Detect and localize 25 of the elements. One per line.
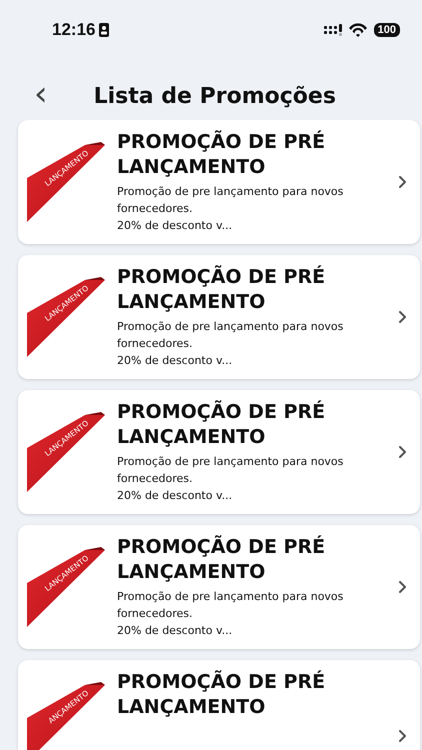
wifi-icon <box>348 23 368 37</box>
promotion-description: Promoção de pre lançamento para novos fornecedores. <box>117 589 344 622</box>
promotion-description: Promoção de pre lançamento para novos fornecedores. <box>117 319 344 352</box>
promotion-title: PROMOÇÃO DE PRÉ LANÇAMENTO <box>117 130 326 180</box>
promotion-title: PROMOÇÃO DE PRÉ LANÇAMENTO <box>117 670 326 720</box>
promotion-description: Promoção de pre lançamento para novos fornecedores. <box>117 184 344 217</box>
contact-card-icon <box>99 23 110 37</box>
promotion-title: PROMOÇÃO DE PRÉ LANÇAMENTO <box>117 535 326 585</box>
signal-icon <box>324 24 342 36</box>
chevron-right-icon <box>399 446 406 458</box>
promotion-title: PROMOÇÃO DE PRÉ LANÇAMENTO <box>117 400 326 450</box>
battery-level: 100 <box>378 24 396 36</box>
promotion-description: 20% de desconto v... <box>117 488 234 504</box>
back-button[interactable]: ‹ <box>30 79 52 113</box>
chevron-right-icon <box>399 176 406 188</box>
chevron-right-icon <box>399 581 406 593</box>
page-title: Lista de Promoções <box>94 84 336 108</box>
promotion-description: 20% de desconto v... <box>117 623 234 639</box>
chevron-right-icon <box>399 730 406 742</box>
promotion-description: 20% de desconto v... <box>117 353 234 369</box>
promotion-description: 20% de desconto v... <box>117 218 234 234</box>
promotion-title: PROMOÇÃO DE PRÉ LANÇAMENTO <box>117 265 326 315</box>
chevron-right-icon <box>399 311 406 323</box>
promotion-description: Promoção de pre lançamento para novos fornecedores. <box>117 454 344 487</box>
clock-time: 12:16 <box>52 20 96 40</box>
